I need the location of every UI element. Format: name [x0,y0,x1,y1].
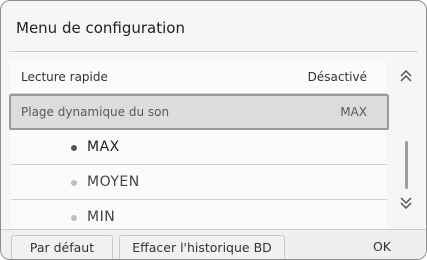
option-label: MIN [87,209,116,225]
option-max[interactable]: MAX [11,130,387,165]
default-button[interactable]: Par défaut [11,235,113,259]
scrollbar-thumb[interactable] [405,141,408,189]
setting-row-dynamic-range[interactable]: Plage dynamique du son MAX [9,94,389,130]
unselected-dot-icon [71,180,77,186]
option-moyen[interactable]: MOYEN [11,165,387,200]
page-title: Menu de configuration [16,19,185,37]
selected-dot-icon [71,145,77,151]
clear-history-button[interactable]: Effacer l'historique BD [119,235,285,259]
title-divider [9,51,418,52]
setting-value: Désactivé [307,70,367,84]
option-label: MAX [87,139,120,155]
setting-value: MAX [340,105,367,119]
ok-button[interactable]: OK [291,235,421,259]
setting-row-quick-play[interactable]: Lecture rapide Désactivé [11,61,387,94]
chevron-double-up-icon[interactable] [398,69,414,85]
chevron-double-down-icon[interactable] [398,196,414,212]
settings-window: Menu de configuration Lecture rapide Dés… [0,0,427,260]
settings-list: Lecture rapide Désactivé Plage dynamique… [9,61,389,235]
setting-label: Lecture rapide [21,70,108,84]
option-label: MOYEN [87,174,140,190]
setting-label: Plage dynamique du son [21,105,170,119]
unselected-dot-icon [71,215,77,221]
